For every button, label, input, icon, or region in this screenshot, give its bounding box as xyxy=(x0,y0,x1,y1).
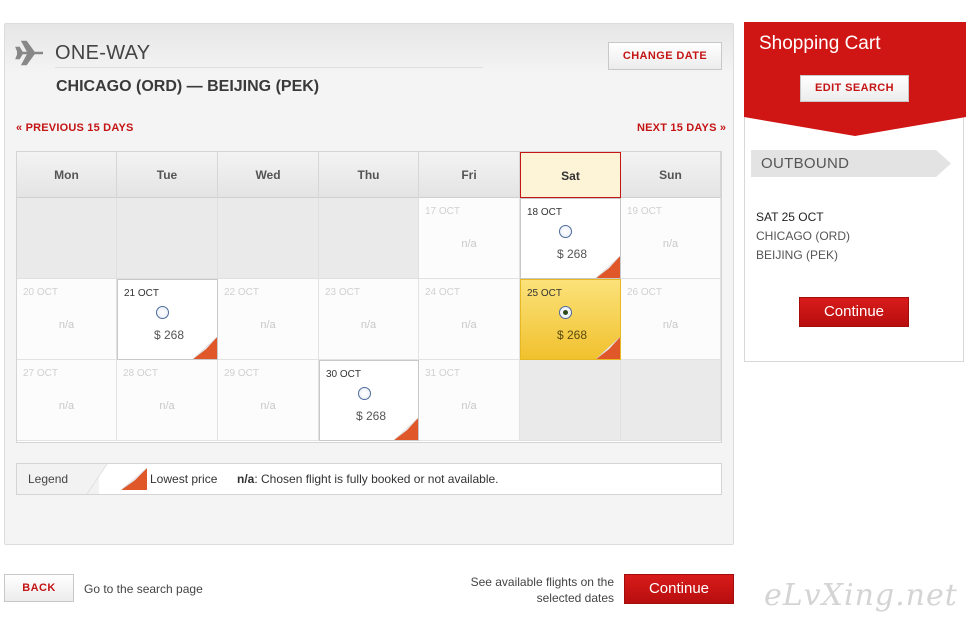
back-button[interactable]: BACK xyxy=(4,574,74,602)
day-header-sat: Sat xyxy=(520,152,621,198)
legend-bar: Legend Lowest price n/a: Chosen flight i… xyxy=(16,463,722,495)
continue-description: See available flights on the selected da… xyxy=(450,574,614,606)
cell-not-available: n/a xyxy=(360,319,377,331)
next-15-days-link[interactable]: NEXT 15 DAYS » xyxy=(637,122,726,134)
previous-15-days-link[interactable]: « PREVIOUS 15 DAYS xyxy=(16,122,134,134)
cell-date: 31 OCT xyxy=(425,368,461,379)
airplane-icon xyxy=(15,40,43,66)
lowest-price-corner-icon xyxy=(192,337,217,359)
calendar-cell-24-oct: 24 OCT n/a xyxy=(419,279,520,360)
cell-date: 25 OCT xyxy=(527,288,563,299)
cell-date: 27 OCT xyxy=(23,368,59,379)
cell-date: 26 OCT xyxy=(627,287,663,298)
cell-date: 18 OCT xyxy=(527,207,563,218)
cell-not-available: n/a xyxy=(260,400,276,412)
cell-date: 19 OCT xyxy=(627,206,663,217)
change-date-button[interactable]: CHANGE DATE xyxy=(608,42,722,70)
cell-date: 29 OCT xyxy=(224,368,260,379)
edit-search-button[interactable]: EDIT SEARCH xyxy=(800,75,909,102)
calendar-cell-20-oct: 20 OCT n/a xyxy=(17,279,117,360)
shopping-cart: Shopping Cart EDIT SEARCH OUTBOUND SAT 2… xyxy=(744,22,966,362)
calendar-cell-27-oct: 27 OCT n/a xyxy=(17,360,117,441)
cell-date: 23 OCT xyxy=(325,287,361,298)
cell-date: 17 OCT xyxy=(425,206,461,217)
day-header-mon: Mon xyxy=(17,152,117,198)
calendar-cell-empty xyxy=(621,360,721,441)
cell-date: 21 OCT xyxy=(124,288,160,299)
na-description-text: : Chosen flight is fully booked or not a… xyxy=(254,472,499,486)
cell-date: 28 OCT xyxy=(123,368,159,379)
cell-not-available: n/a xyxy=(662,319,679,331)
route-title: CHICAGO (ORD) — BEIJING (PEK) xyxy=(56,78,320,95)
calendar-cell-empty xyxy=(520,360,621,441)
cell-not-available: n/a xyxy=(662,238,679,250)
legend-divider xyxy=(87,464,108,494)
continue-description-line2: selected dates xyxy=(536,591,614,605)
calendar-cell-31-oct: 31 OCT n/a xyxy=(419,360,520,441)
cell-not-available: n/a xyxy=(461,400,477,412)
lowest-price-corner-icon xyxy=(393,418,418,440)
cell-date: 30 OCT xyxy=(326,369,362,380)
date-radio-button[interactable] xyxy=(358,387,371,400)
cell-price: $ 268 xyxy=(154,328,185,342)
cell-price: $ 268 xyxy=(557,328,588,342)
cart-origin: CHICAGO (ORD) xyxy=(756,229,850,243)
date-calendar: Mon Tue Wed Thu Fri Sat Sun 17 OCT n/a 18 OCT $ 2… xyxy=(16,151,722,443)
calendar-cell-empty xyxy=(117,198,218,279)
watermark: eLvXing.net xyxy=(764,578,958,613)
title-divider xyxy=(55,67,483,68)
date-radio-button[interactable] xyxy=(559,306,572,319)
day-header-tue: Tue xyxy=(117,152,218,198)
date-radio-button[interactable] xyxy=(156,306,169,319)
cell-not-available: n/a xyxy=(260,319,276,331)
calendar-cell-28-oct: 28 OCT n/a xyxy=(117,360,218,441)
lowest-price-label: Lowest price xyxy=(150,472,218,486)
cart-continue-button[interactable]: Continue xyxy=(799,297,909,327)
lowest-price-corner-icon xyxy=(120,468,147,490)
calendar-cell-23-oct: 23 OCT n/a xyxy=(319,279,419,360)
calendar-cell-17-oct: 17 OCT n/a xyxy=(419,198,520,279)
calendar-cell-19-oct: 19 OCT n/a xyxy=(621,198,721,279)
cart-date: SAT 25 OCT xyxy=(756,210,824,224)
calendar-cell-21-oct[interactable]: 21 OCT $ 268 xyxy=(117,279,218,360)
cell-price: $ 268 xyxy=(356,409,387,423)
lowest-price-corner-icon xyxy=(595,256,620,278)
cell-not-available: n/a xyxy=(58,319,75,331)
cart-title: Shopping Cart xyxy=(759,33,881,54)
calendar-cell-empty xyxy=(319,198,419,279)
cell-date: 20 OCT xyxy=(23,287,59,298)
lowest-price-corner-icon xyxy=(595,337,620,359)
calendar-cell-25-oct[interactable]: 25 OCT $ 268 xyxy=(520,279,621,360)
day-header-sun: Sun xyxy=(621,152,721,198)
back-description: Go to the search page xyxy=(84,582,203,596)
continue-description-line1: See available flights on the xyxy=(470,575,614,589)
calendar-cell-26-oct: 26 OCT n/a xyxy=(621,279,721,360)
cell-not-available: n/a xyxy=(461,238,477,250)
day-header-fri: Fri xyxy=(419,152,520,198)
na-term: n/a xyxy=(237,472,255,486)
cell-not-available: n/a xyxy=(159,400,175,412)
cart-destination: BEIJING (PEK) xyxy=(756,248,839,262)
trip-type-title: ONE-WAY xyxy=(55,42,151,64)
cell-not-available: n/a xyxy=(58,400,75,412)
outbound-label: OUTBOUND xyxy=(761,155,850,172)
calendar-header: Mon Tue Wed Thu Fri Sat Sun xyxy=(17,152,721,198)
calendar-cell-18-oct[interactable]: 18 OCT $ 268 xyxy=(520,198,621,279)
cell-date: 24 OCT xyxy=(425,287,461,298)
calendar-cell-30-oct[interactable]: 30 OCT $ 268 xyxy=(319,360,419,441)
continue-button[interactable]: Continue xyxy=(624,574,734,604)
date-radio-button[interactable] xyxy=(559,225,572,238)
calendar-cell-29-oct: 29 OCT n/a xyxy=(218,360,319,441)
cart-flight-info: SAT 25 OCT CHICAGO (ORD) BEIJING (PEK) xyxy=(756,208,850,265)
calendar-cell-empty xyxy=(218,198,319,279)
day-header-thu: Thu xyxy=(319,152,419,198)
flight-selection-panel: ONE-WAY CHICAGO (ORD) — BEIJING (PEK) CH… xyxy=(4,23,734,545)
cell-price: $ 268 xyxy=(557,247,588,261)
cell-date: 22 OCT xyxy=(224,287,260,298)
na-description: n/a: Chosen flight is fully booked or no… xyxy=(237,472,499,486)
day-header-wed: Wed xyxy=(218,152,319,198)
calendar-cell-empty xyxy=(17,198,117,279)
calendar-cell-22-oct: 22 OCT n/a xyxy=(218,279,319,360)
cell-not-available: n/a xyxy=(461,319,477,331)
